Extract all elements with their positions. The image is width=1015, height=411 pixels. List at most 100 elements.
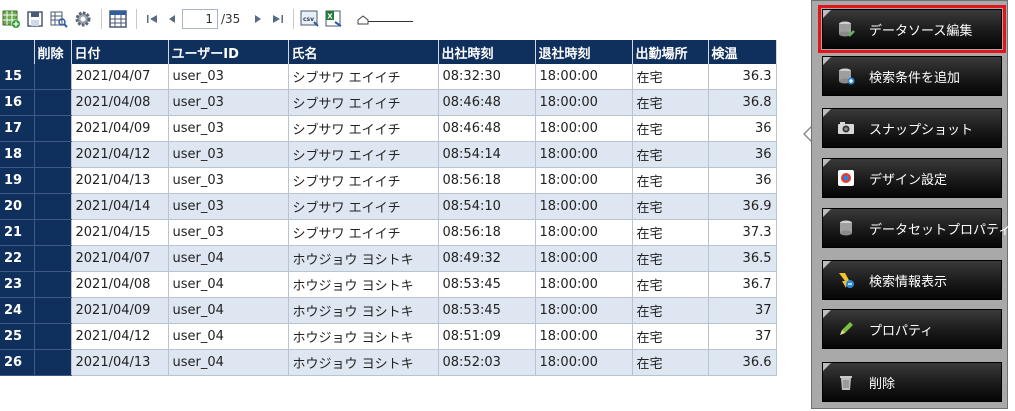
checkin-cell[interactable]: 08:51:09	[438, 323, 536, 350]
delete-cell[interactable]	[34, 323, 72, 350]
location-cell[interactable]: 在宅	[632, 219, 709, 246]
temperature-cell[interactable]: 36	[708, 167, 777, 194]
userid-cell[interactable]: user_04	[168, 297, 289, 324]
table-view-icon[interactable]	[107, 8, 129, 30]
table-row[interactable]: 15 2021/04/07 user_03 シブサワ エイイチ 08:32:30 18:0…	[0, 64, 777, 90]
checkin-cell[interactable]: 08:56:18	[438, 167, 536, 194]
checkout-cell[interactable]: 18:00:00	[535, 245, 633, 272]
name-cell[interactable]: シブサワ エイイチ	[288, 219, 439, 246]
delete-cell[interactable]	[34, 349, 72, 376]
next-page-icon[interactable]	[248, 8, 268, 30]
userid-cell[interactable]: user_03	[168, 193, 289, 220]
checkin-cell[interactable]: 08:53:45	[438, 297, 536, 324]
column-header-location[interactable]: 出勤場所	[632, 40, 709, 64]
temperature-cell[interactable]: 36.6	[708, 349, 777, 376]
location-cell[interactable]: 在宅	[632, 271, 709, 298]
column-header-checkin[interactable]: 出社時刻	[438, 40, 536, 64]
name-cell[interactable]: シブサワ エイイチ	[288, 167, 439, 194]
column-header-name[interactable]: 氏名	[288, 40, 439, 64]
userid-cell[interactable]: user_03	[168, 89, 289, 116]
row-number[interactable]: 21	[0, 219, 35, 246]
name-cell[interactable]: ホウジョウ ヨシトキ	[288, 271, 439, 298]
checkout-cell[interactable]: 18:00:00	[535, 64, 633, 90]
date-cell[interactable]: 2021/04/07	[71, 64, 169, 90]
checkout-cell[interactable]: 18:00:00	[535, 193, 633, 220]
delete-cell[interactable]	[34, 271, 72, 298]
temperature-cell[interactable]: 37	[708, 323, 777, 350]
date-cell[interactable]: 2021/04/13	[71, 349, 169, 376]
temperature-cell[interactable]: 37	[708, 297, 777, 324]
name-cell[interactable]: ホウジョウ ヨシトキ	[288, 323, 439, 350]
location-cell[interactable]: 在宅	[632, 323, 709, 350]
checkin-cell[interactable]: 08:54:14	[438, 141, 536, 168]
userid-cell[interactable]: user_04	[168, 245, 289, 272]
row-number[interactable]: 19	[0, 167, 35, 194]
column-header-temperature[interactable]: 検温	[708, 40, 777, 64]
prev-page-icon[interactable]	[162, 8, 182, 30]
menu-item-search-info[interactable]: 検索情報表示	[822, 260, 1002, 300]
row-number[interactable]: 18	[0, 141, 35, 168]
checkin-cell[interactable]: 08:52:03	[438, 349, 536, 376]
checkout-cell[interactable]: 18:00:00	[535, 89, 633, 116]
row-number[interactable]: 22	[0, 245, 35, 272]
location-cell[interactable]: 在宅	[632, 193, 709, 220]
row-number[interactable]: 17	[0, 115, 35, 142]
row-number[interactable]: 15	[0, 64, 35, 90]
table-row[interactable]: 20 2021/04/14 user_03 シブサワ エイイチ 08:54:10 18:0…	[0, 193, 777, 220]
table-row[interactable]: 18 2021/04/12 user_03 シブサワ エイイチ 08:54:14 18:0…	[0, 141, 777, 168]
checkin-cell[interactable]: 08:53:45	[438, 271, 536, 298]
column-header-delete[interactable]: 削除	[34, 40, 72, 64]
table-row[interactable]: 23 2021/04/08 user_04 ホウジョウ ヨシトキ 08:53:45 18:…	[0, 271, 777, 298]
table-row[interactable]: 16 2021/04/08 user_03 シブサワ エイイチ 08:46:48 18:0…	[0, 89, 777, 116]
checkout-cell[interactable]: 18:00:00	[535, 115, 633, 142]
menu-item-trash[interactable]: 削除	[822, 362, 1002, 402]
date-cell[interactable]: 2021/04/12	[71, 323, 169, 350]
delete-cell[interactable]	[34, 115, 72, 142]
location-cell[interactable]: 在宅	[632, 115, 709, 142]
menu-item-datasource-edit[interactable]: データソース編集	[818, 5, 1006, 53]
last-page-icon[interactable]	[268, 8, 288, 30]
location-cell[interactable]: 在宅	[632, 141, 709, 168]
row-number[interactable]: 20	[0, 193, 35, 220]
temperature-cell[interactable]: 36.5	[708, 245, 777, 272]
delete-cell[interactable]	[34, 64, 72, 90]
menu-item-pencil[interactable]: プロパティ	[822, 309, 1002, 349]
date-cell[interactable]: 2021/04/08	[71, 89, 169, 116]
csv-export-icon[interactable]: csv	[299, 8, 321, 30]
menu-item-dataset-property[interactable]: データセットプロパティ	[822, 208, 1011, 248]
checkin-cell[interactable]: 08:32:30	[438, 64, 536, 90]
slider-thumb[interactable]	[357, 15, 369, 25]
location-cell[interactable]: 在宅	[632, 349, 709, 376]
page-number-input[interactable]	[182, 9, 218, 29]
checkout-cell[interactable]: 18:00:00	[535, 323, 633, 350]
userid-cell[interactable]: user_04	[168, 271, 289, 298]
temperature-cell[interactable]: 36	[708, 115, 777, 142]
location-cell[interactable]: 在宅	[632, 167, 709, 194]
name-cell[interactable]: シブサワ エイイチ	[288, 141, 439, 168]
save-icon[interactable]	[24, 8, 46, 30]
row-number[interactable]: 23	[0, 271, 35, 298]
date-cell[interactable]: 2021/04/13	[71, 167, 169, 194]
name-cell[interactable]: シブサワ エイイチ	[288, 115, 439, 142]
userid-cell[interactable]: user_04	[168, 323, 289, 350]
row-number[interactable]: 26	[0, 349, 35, 376]
temperature-cell[interactable]: 36.7	[708, 271, 777, 298]
name-cell[interactable]: ホウジョウ ヨシトキ	[288, 349, 439, 376]
date-cell[interactable]: 2021/04/14	[71, 193, 169, 220]
location-cell[interactable]: 在宅	[632, 297, 709, 324]
menu-item-design-palette[interactable]: デザイン設定	[822, 158, 1002, 198]
checkout-cell[interactable]: 18:00:00	[535, 297, 633, 324]
search-grid-icon[interactable]	[48, 8, 70, 30]
excel-export-icon[interactable]: X	[323, 8, 345, 30]
checkin-cell[interactable]: 08:56:18	[438, 219, 536, 246]
grid-add-icon[interactable]	[0, 8, 22, 30]
temperature-cell[interactable]: 36.9	[708, 193, 777, 220]
table-row[interactable]: 21 2021/04/15 user_03 シブサワ エイイチ 08:56:18 18:0…	[0, 219, 777, 246]
table-row[interactable]: 19 2021/04/13 user_03 シブサワ エイイチ 08:56:18 18:0…	[0, 167, 777, 194]
checkout-cell[interactable]: 18:00:00	[535, 167, 633, 194]
temperature-cell[interactable]: 37.3	[708, 219, 777, 246]
date-cell[interactable]: 2021/04/15	[71, 219, 169, 246]
userid-cell[interactable]: user_03	[168, 115, 289, 142]
name-cell[interactable]: ホウジョウ ヨシトキ	[288, 297, 439, 324]
name-cell[interactable]: シブサワ エイイチ	[288, 193, 439, 220]
